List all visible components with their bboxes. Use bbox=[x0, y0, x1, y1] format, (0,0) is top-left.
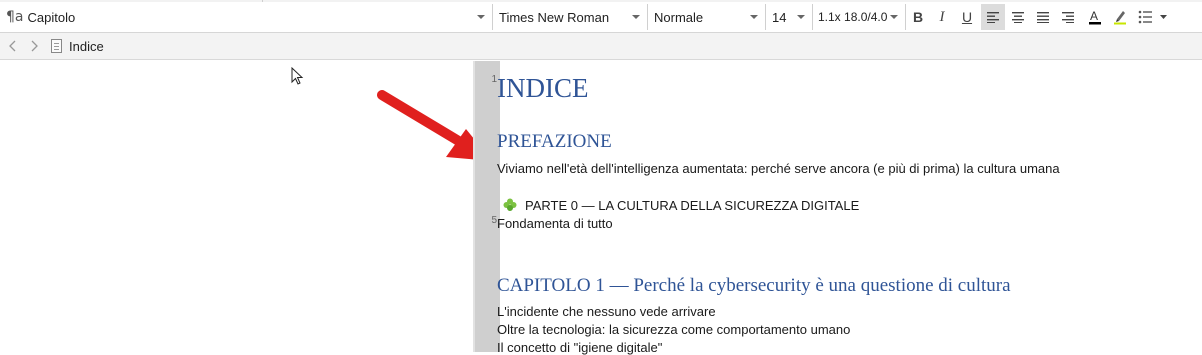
toolbar-top-divider bbox=[262, 0, 263, 2]
font-size-combo[interactable]: 14 bbox=[766, 4, 813, 30]
clover-icon bbox=[503, 198, 517, 211]
back-arrow-icon[interactable] bbox=[6, 38, 20, 54]
character-style-combo[interactable]: Normale bbox=[648, 4, 766, 30]
bullet-list-button[interactable] bbox=[1135, 4, 1171, 30]
align-justify-icon bbox=[1037, 12, 1049, 23]
align-right-button[interactable] bbox=[1056, 4, 1080, 30]
font-size-value: 14 bbox=[772, 9, 787, 25]
chevron-down-icon bbox=[797, 15, 805, 19]
underline-label: U bbox=[961, 9, 973, 25]
toolbar-top-edge bbox=[0, 0, 1202, 2]
paragraph-style-combo[interactable]: ¶a Capitolo bbox=[0, 4, 493, 30]
font-color-icon: A bbox=[1089, 9, 1101, 25]
preface-text: Viviamo nell'età dell'intelligenza aumen… bbox=[497, 161, 1060, 176]
mouse-cursor-icon bbox=[291, 67, 304, 85]
font-family-combo[interactable]: Times New Roman bbox=[493, 4, 648, 30]
bullet-list-icon bbox=[1138, 10, 1167, 24]
align-center-button[interactable] bbox=[1006, 4, 1030, 30]
part0-subtitle: Fondamenta di tutto bbox=[497, 216, 613, 231]
highlighter-icon bbox=[1114, 11, 1126, 25]
chevron-down-icon bbox=[750, 15, 758, 19]
font-color-button[interactable]: A bbox=[1083, 4, 1107, 30]
breadcrumb[interactable]: Indice bbox=[69, 39, 104, 54]
character-style-value: Normale bbox=[654, 9, 704, 25]
list-item: Oltre la tecnologia: la sicurezza come c… bbox=[497, 322, 851, 337]
align-left-icon bbox=[987, 12, 999, 23]
document-heading: INDICE bbox=[497, 73, 589, 103]
underline-button[interactable]: U bbox=[955, 4, 979, 30]
line-spacing-combo[interactable]: 1.1x 18.0/4.0 bbox=[813, 4, 906, 30]
align-center-icon bbox=[1012, 12, 1024, 23]
bold-label: B bbox=[912, 9, 924, 25]
font-family-value: Times New Roman bbox=[499, 9, 610, 25]
list-item: L'incidente che nessuno vede arrivare bbox=[497, 304, 716, 319]
chevron-down-icon bbox=[890, 15, 898, 19]
align-right-icon bbox=[1062, 12, 1074, 23]
italic-button[interactable]: I bbox=[930, 4, 954, 30]
paragraph-style-value: Capitolo bbox=[27, 9, 76, 25]
svg-text:A: A bbox=[1090, 9, 1098, 23]
preface-heading: PREFAZIONE bbox=[497, 131, 612, 152]
formatting-toolbar: ¶a Capitolo Times New Roman Normale 14 1… bbox=[0, 0, 1202, 33]
line-spacing-value: 1.1x 18.0/4.0 bbox=[818, 10, 888, 24]
italic-label: I bbox=[939, 8, 945, 25]
list-item: Il concetto di "igiene digitale" bbox=[497, 340, 663, 355]
paragraph-style-icon: ¶a bbox=[6, 9, 24, 25]
part0-title: PARTE 0 — LA CULTURA DELLA SICUREZZA DIG… bbox=[525, 198, 860, 213]
chevron-down-icon bbox=[477, 15, 485, 19]
align-left-button[interactable] bbox=[981, 4, 1005, 30]
highlight-color-button[interactable] bbox=[1108, 4, 1132, 30]
navigation-bar: Indice bbox=[0, 33, 1202, 60]
align-justify-button[interactable] bbox=[1031, 4, 1055, 30]
document-icon bbox=[51, 39, 62, 53]
chevron-down-icon bbox=[632, 15, 640, 19]
chapter1-heading: CAPITOLO 1 — Perché la cybersecurity è u… bbox=[497, 275, 1011, 296]
preface-line: Viviamo nell'età dell'intelligenza aumen… bbox=[497, 161, 1060, 176]
bold-button[interactable]: B bbox=[906, 4, 930, 30]
part0-line: PARTE 0 — LA CULTURA DELLA SICUREZZA DIG… bbox=[497, 197, 859, 213]
chevron-down-icon bbox=[1160, 15, 1167, 19]
forward-arrow-icon[interactable] bbox=[27, 38, 41, 54]
